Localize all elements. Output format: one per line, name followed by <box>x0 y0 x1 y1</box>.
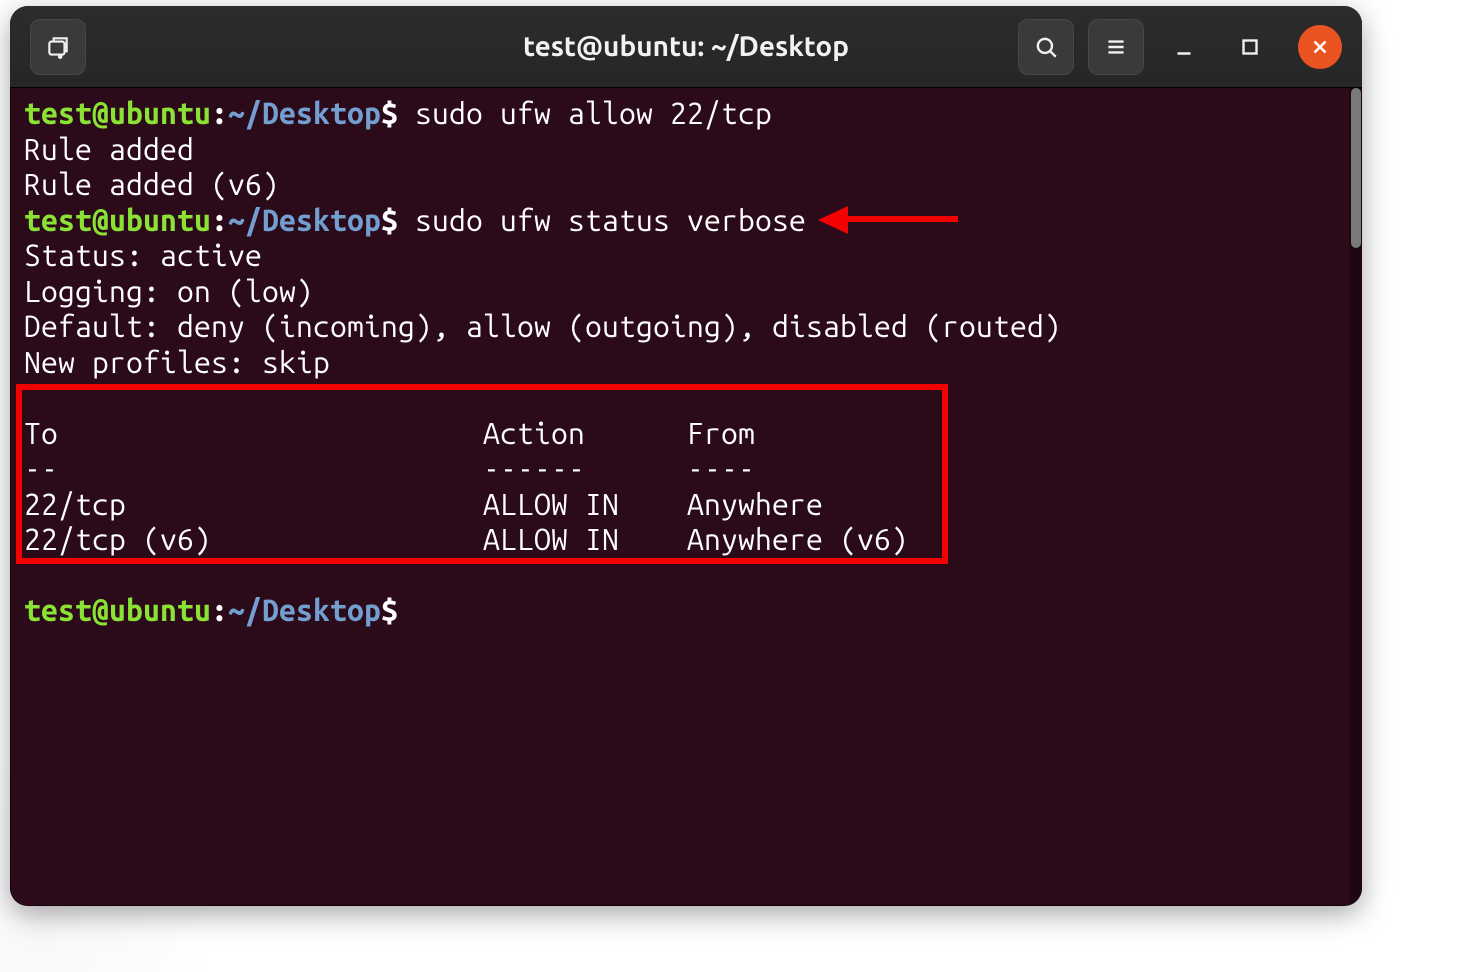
output-status: Status: active <box>24 238 262 272</box>
maximize-icon <box>1237 34 1263 60</box>
prompt-host: ubuntu <box>109 96 211 130</box>
prompt-user-2: test <box>24 203 92 237</box>
prompt-at-3: @ <box>92 593 109 627</box>
output-rule-added: Rule added <box>24 132 194 166</box>
close-button[interactable] <box>1298 25 1342 69</box>
page-root: test@ubuntu: ~/Desktop <box>0 0 1480 972</box>
terminal-text[interactable]: test@ubuntu:~/Desktop$ sudo ufw allow 22… <box>10 88 1348 906</box>
output-rule-added-v6: Rule added (v6) <box>24 167 279 201</box>
scrollbar-thumb[interactable] <box>1351 88 1361 248</box>
output-default: Default: deny (incoming), allow (outgoin… <box>24 309 1061 343</box>
new-tab-button[interactable] <box>30 19 86 75</box>
rules-header: To Action From <box>24 416 755 450</box>
output-profiles: New profiles: skip <box>24 345 330 379</box>
cmd-allow-22: sudo ufw allow 22/tcp <box>398 96 772 130</box>
rules-row-1: 22/tcp ALLOW IN Anywhere <box>24 487 823 521</box>
rules-row-2: 22/tcp (v6) ALLOW IN Anywhere (v6) <box>24 522 908 556</box>
terminal-window: test@ubuntu: ~/Desktop <box>10 6 1362 906</box>
hamburger-icon <box>1103 34 1129 60</box>
maximize-button[interactable] <box>1224 21 1276 73</box>
new-tab-icon <box>45 34 71 60</box>
prompt-at: @ <box>92 96 109 130</box>
prompt-user-3: test <box>24 593 92 627</box>
prompt-user: test <box>24 96 92 130</box>
prompt-path-3: ~/Desktop <box>228 593 381 627</box>
search-button[interactable] <box>1018 19 1074 75</box>
prompt-dollar-2: $ <box>381 203 398 237</box>
rules-divider: -- ------ ---- <box>24 451 755 485</box>
prompt-host-2: ubuntu <box>109 203 211 237</box>
rules-table: To Action From -- ------ ---- 22/tcp ALL… <box>24 416 908 558</box>
close-icon <box>1309 36 1331 58</box>
titlebar-left <box>30 19 86 75</box>
prompt-path: ~/Desktop <box>228 96 381 130</box>
prompt-colon-2: : <box>211 203 228 237</box>
prompt-at-2: @ <box>92 203 109 237</box>
prompt-path-2: ~/Desktop <box>228 203 381 237</box>
prompt-dollar-3: $ <box>381 593 398 627</box>
cmd-status-verbose: sudo ufw status verbose <box>398 203 806 237</box>
prompt-host-3: ubuntu <box>109 593 211 627</box>
window-title-text: test@ubuntu: ~/Desktop <box>523 31 849 62</box>
menu-button[interactable] <box>1088 19 1144 75</box>
titlebar-right <box>1018 19 1342 75</box>
prompt-colon: : <box>211 96 228 130</box>
minimize-icon <box>1171 34 1197 60</box>
terminal-scrollbar[interactable] <box>1348 88 1362 906</box>
titlebar: test@ubuntu: ~/Desktop <box>10 6 1362 88</box>
minimize-button[interactable] <box>1158 21 1210 73</box>
terminal-body-wrap: test@ubuntu:~/Desktop$ sudo ufw allow 22… <box>10 88 1362 906</box>
output-logging: Logging: on (low) <box>24 274 313 308</box>
prompt-colon-3: : <box>211 593 228 627</box>
prompt-dollar: $ <box>381 96 398 130</box>
search-icon <box>1033 34 1059 60</box>
